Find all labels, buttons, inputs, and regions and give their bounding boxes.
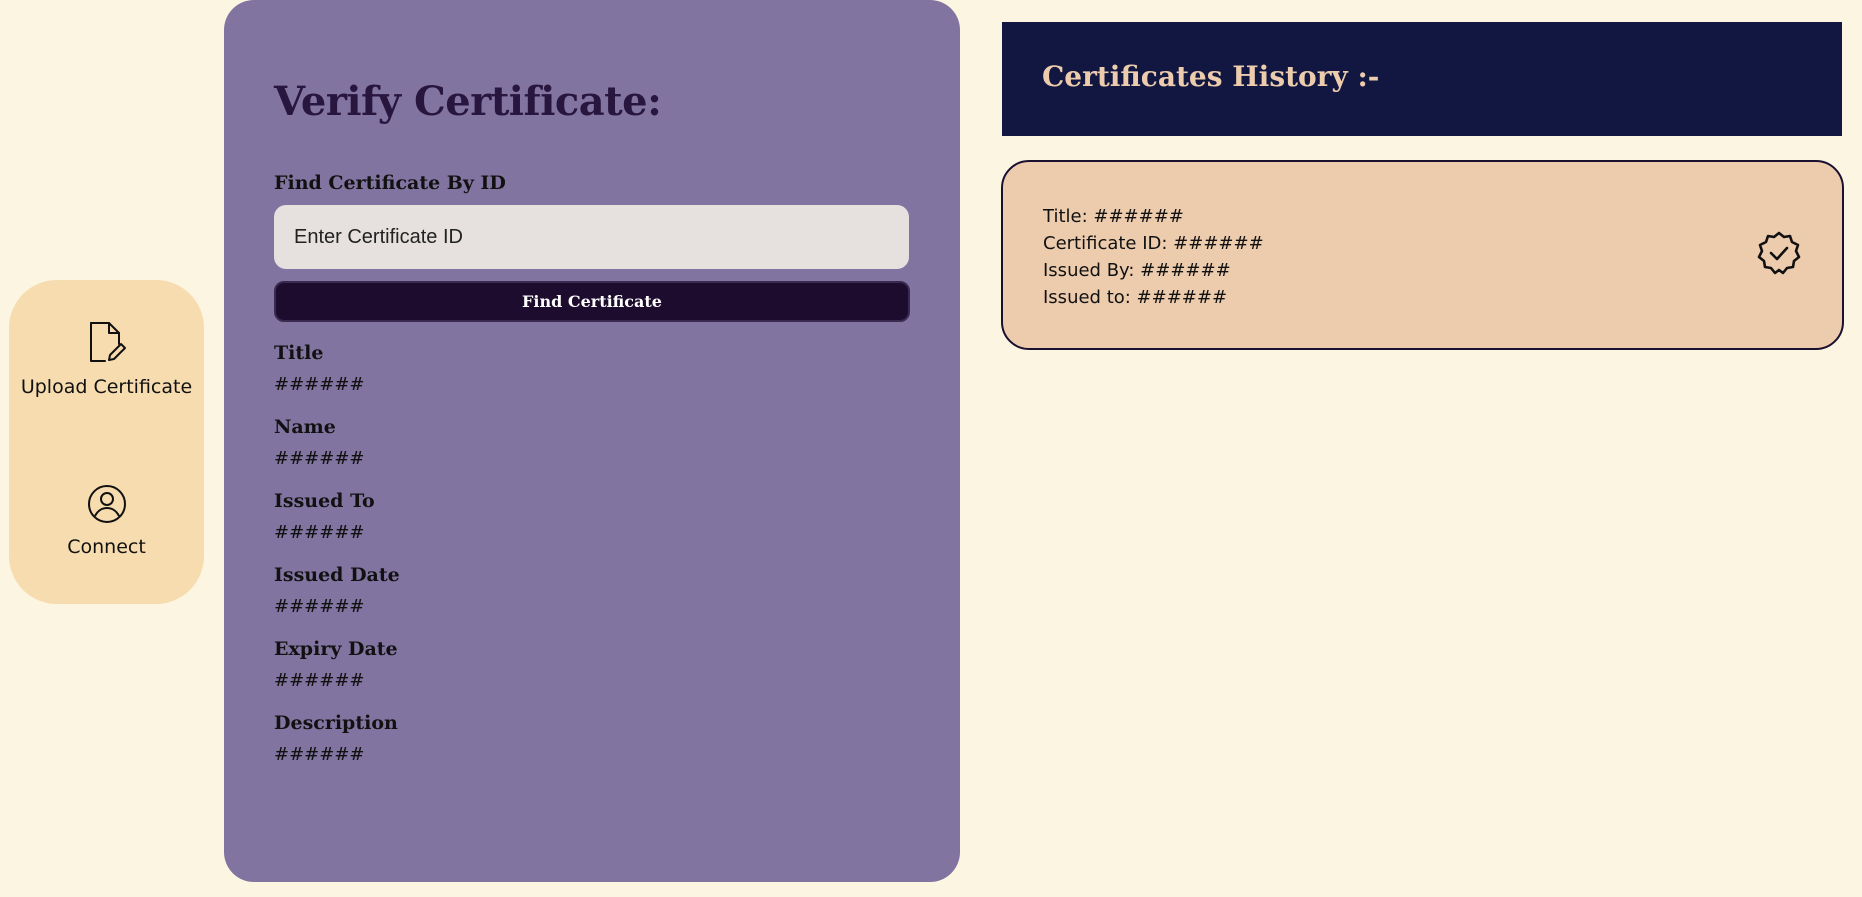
field-label-issued-to: Issued To (274, 490, 375, 512)
file-edit-icon (9, 320, 204, 364)
card-title: Title: ###### (1043, 206, 1184, 227)
sidebar: Upload Certificate Connect (9, 280, 204, 604)
sidebar-item-label: Connect (67, 536, 146, 558)
field-value-description: ###### (274, 744, 365, 765)
certificate-id-input[interactable] (274, 205, 909, 269)
card-certificate-id: Certificate ID: ###### (1043, 233, 1264, 254)
verify-title: Verify Certificate: (274, 78, 662, 125)
user-circle-icon (9, 484, 204, 524)
find-certificate-button[interactable]: Find Certificate (274, 281, 910, 322)
field-value-name: ###### (274, 448, 365, 469)
field-value-issued-date: ###### (274, 596, 365, 617)
history-title: Certificates History :- (1042, 60, 1380, 93)
verify-certificate-panel: Verify Certificate: Find Certificate By … (224, 0, 960, 882)
sidebar-item-label: Upload Certificate (20, 376, 193, 398)
history-card[interactable]: Title: ###### Certificate ID: ###### Iss… (1001, 160, 1844, 350)
sidebar-item-upload-certificate[interactable]: Upload Certificate (9, 320, 204, 398)
sidebar-item-connect[interactable]: Connect (9, 484, 204, 558)
field-label-name: Name (274, 416, 336, 438)
card-issued-by: Issued By: ###### (1043, 260, 1231, 281)
field-label-expiry-date: Expiry Date (274, 638, 398, 660)
card-issued-to: Issued to: ###### (1043, 287, 1228, 308)
find-by-id-label: Find Certificate By ID (274, 172, 506, 194)
field-label-issued-date: Issued Date (274, 564, 400, 586)
field-label-title: Title (274, 342, 324, 364)
verified-badge-icon (1756, 230, 1802, 280)
history-header: Certificates History :- (1002, 22, 1842, 136)
field-value-title: ###### (274, 374, 365, 395)
field-label-description: Description (274, 712, 398, 734)
field-value-expiry-date: ###### (274, 670, 365, 691)
field-value-issued-to: ###### (274, 522, 365, 543)
